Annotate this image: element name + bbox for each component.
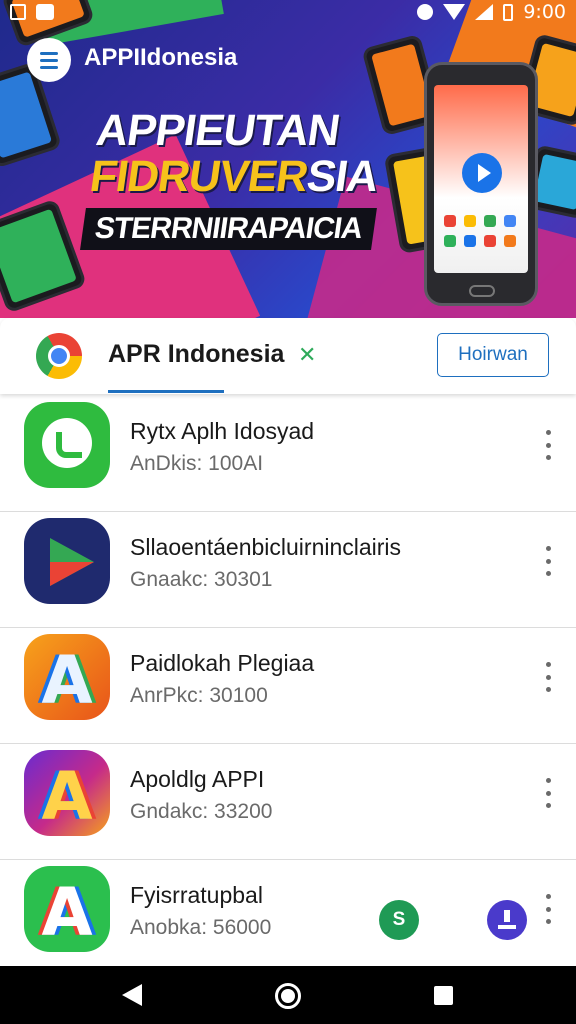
app-name: Paidlokah Plegiaa [130,650,315,676]
tab-indicator [108,390,224,393]
more-options-icon[interactable] [538,778,558,808]
hero-banner: APPIIdonesia APPIEUTAN FIDRUVERSIA STERR… [0,0,576,318]
recents-icon[interactable] [434,986,453,1005]
hero-headline: APPIEUTAN FIDRUVERSIA STERRNIIRAPAICIA [80,106,391,250]
hero-phone-screen [434,85,528,273]
chrome-logo-icon [36,333,82,379]
signal-icon [475,4,494,20]
headline-line-2: FIDRUVERSIA [86,152,384,201]
app-list: Rytx Aplh Idosyad AnDkis: 100AI Sllaoent… [0,396,576,976]
status-time: 9:00 [523,1,566,23]
download-button[interactable] [487,900,527,940]
navigation-bar [0,966,576,1024]
brand-title: APPIIdonesia [84,44,238,71]
app-subtitle: AnDkis: 100AI [130,452,264,475]
alarm-icon [417,4,434,20]
app-name: Fyisrratupbal [130,882,263,908]
headline-line-2-yellow: FIDRUVER [86,152,311,201]
a-logo-app-icon: A [24,634,110,720]
app-subtitle: Gndakc: 33200 [130,800,273,823]
phone-app-icon [24,402,110,488]
home-icon[interactable] [275,983,301,1009]
list-item[interactable]: A Apoldlg APPI Gndakc: 33200 [0,744,576,860]
more-options-icon[interactable] [538,430,558,460]
list-item[interactable]: A Paidlokah Plegiaa AnrPkc: 30100 [0,628,576,744]
more-options-icon[interactable] [538,546,558,576]
play-icon [462,153,502,193]
app-name: Sllaoentáenbicluirninclairis [130,534,402,560]
app-subtitle: AnrPkc: 30100 [130,684,268,707]
green-action-button[interactable]: S [379,900,419,940]
app-subtitle: Gnaakc: 30301 [130,568,273,591]
back-icon[interactable] [122,984,142,1006]
status-bar: 9:00 [0,0,576,24]
hero-phone-mockup [424,62,538,306]
more-options-icon[interactable] [538,662,558,692]
headline-line-1: APPIEUTAN [93,106,343,155]
a-logo-app-icon: A [24,866,110,952]
notification-n-icon [10,4,26,20]
more-options-icon[interactable] [538,894,558,924]
app-name: Rytx Aplh Idosyad [130,418,315,444]
app-subtitle: Anobka: 56000 [130,916,272,939]
list-item[interactable]: Sllaoentáenbicluirninclairis Gnaakc: 303… [0,512,576,628]
headline-line-2-white: SIA [303,152,382,201]
header-action-button[interactable]: Hoirwan [437,333,549,377]
headline-line-3: STERRNIIRAPAICIA [80,208,377,250]
menu-button[interactable] [27,38,71,82]
wifi-icon [443,4,466,20]
play-store-icon [24,518,110,604]
phone-home-button [469,285,495,297]
battery-icon [503,3,514,21]
a-logo-app-icon: A [24,750,110,836]
app-name: Apoldlg APPI [130,766,265,792]
header-title: APR Indonesia [108,340,285,368]
header-card: APR Indonesia ✕ Hoirwan [0,318,576,394]
phone-app-grid [444,215,518,247]
list-item[interactable]: Rytx Aplh Idosyad AnDkis: 100AI [0,396,576,512]
notification-box-icon [36,4,54,20]
verified-mark-icon: ✕ [298,342,317,367]
